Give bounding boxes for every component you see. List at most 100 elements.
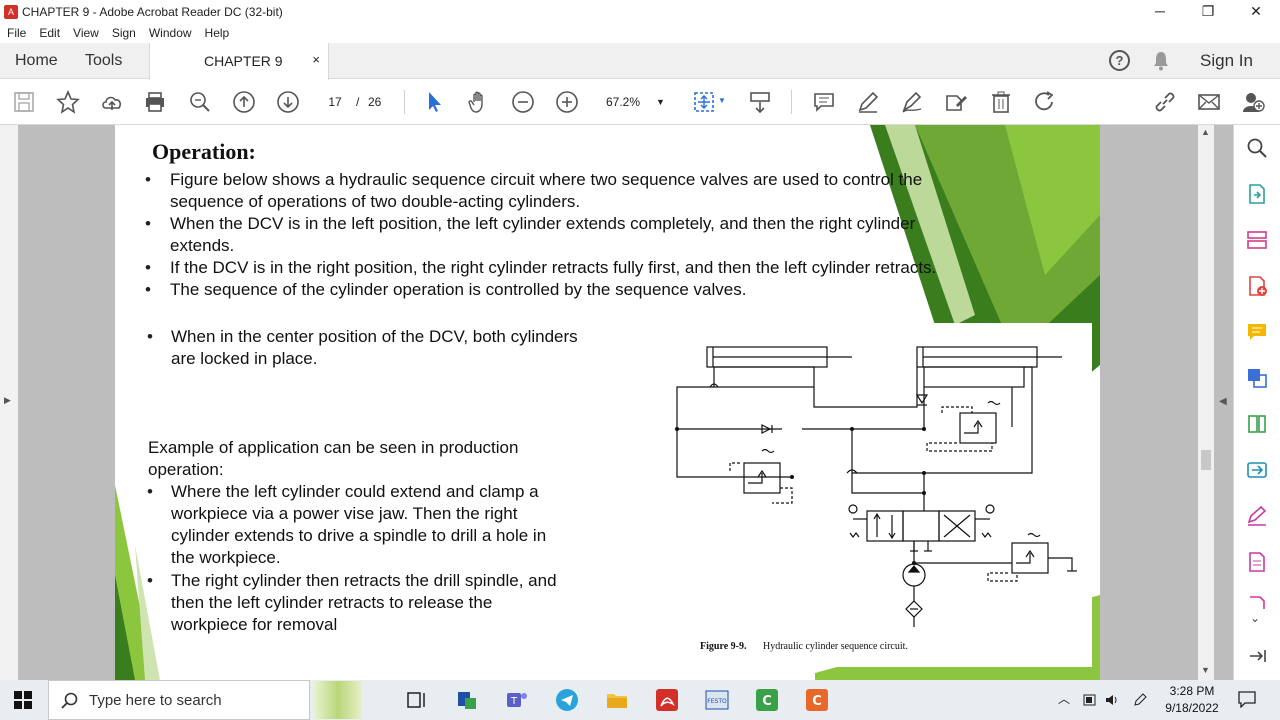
zoom-in-icon[interactable]	[555, 90, 579, 114]
tab-bar: Home Tools CHAPTER 9 ×	[0, 43, 1280, 80]
tab-tools[interactable]: Tools	[85, 43, 122, 79]
send-track-icon[interactable]	[1246, 459, 1268, 481]
bullet-text-cont: sequence of operations of two double-act…	[170, 192, 581, 211]
slide-heading: Operation:	[152, 139, 256, 164]
bullet-text-cont: are locked in place.	[171, 349, 318, 368]
page-number-input[interactable]: 17	[318, 91, 352, 113]
bullet-text-cont: the workpiece.	[171, 548, 281, 567]
fill-sign-icon[interactable]	[1246, 505, 1268, 527]
bullet-glyph: •	[145, 258, 151, 277]
bullet-text: When the DCV is in the left position, th…	[170, 214, 916, 233]
scroll-up-icon[interactable]: ▲	[1201, 127, 1210, 137]
more-tools-icon[interactable]	[1246, 595, 1268, 609]
vertical-scrollbar[interactable]: ▲ ▼	[1198, 125, 1214, 680]
edit-stamp-icon[interactable]	[944, 90, 968, 114]
delete-icon[interactable]	[989, 90, 1013, 114]
link-share-icon[interactable]	[1153, 90, 1177, 114]
sign-in-button[interactable]: Sign In	[1200, 51, 1253, 71]
document-icon[interactable]	[1246, 551, 1268, 573]
clock[interactable]: 3:28 PM 9/18/2022	[1160, 683, 1224, 717]
star-icon[interactable]	[56, 89, 80, 114]
zoom-level-select[interactable]: 67.2% ▼	[600, 91, 670, 113]
redo-icon[interactable]	[1033, 90, 1057, 114]
collapse-right-panel-icon[interactable]: ◀	[1219, 396, 1227, 407]
figure-label: Figure 9-9.	[700, 641, 747, 652]
scroll-mode-icon[interactable]	[748, 90, 772, 114]
hand-tool-icon[interactable]	[467, 90, 491, 114]
tray-chevron-icon[interactable]: ︿	[1058, 690, 1070, 707]
menu-help[interactable]: Help	[198, 26, 236, 40]
network-app-icon[interactable]	[455, 688, 479, 712]
telegram-icon[interactable]	[555, 688, 579, 712]
toolbar-divider	[791, 90, 792, 114]
camtasia-orange-icon[interactable]: C	[805, 688, 829, 712]
menu-view[interactable]: View	[66, 26, 105, 40]
chevron-down-icon[interactable]: ⌄	[1250, 611, 1260, 625]
help-icon[interactable]: ?	[1109, 50, 1130, 71]
figure-caption: Figure 9-9. Hydraulic cylinder sequence …	[700, 641, 908, 652]
search-icon[interactable]	[1246, 137, 1268, 159]
teams-icon[interactable]: T	[505, 688, 529, 712]
festo-fluidsim-icon[interactable]: FESTO	[705, 688, 729, 712]
select-cursor-icon[interactable]	[423, 90, 447, 114]
expand-left-panel-icon[interactable]: ▶	[4, 395, 11, 406]
camtasia-green-icon[interactable]: C	[755, 688, 779, 712]
notification-icon[interactable]	[1238, 690, 1256, 708]
svg-text:C: C	[812, 694, 822, 709]
print-icon[interactable]	[143, 90, 167, 114]
bell-icon[interactable]	[1152, 51, 1170, 71]
highlight-pen-icon[interactable]	[856, 90, 880, 114]
zoom-search-icon[interactable]	[188, 90, 212, 114]
battery-icon[interactable]	[1082, 692, 1098, 708]
windows-start-icon[interactable]	[14, 691, 32, 709]
bullet-text: The sequence of the cylinder operation i…	[170, 280, 747, 299]
page-count: 26	[368, 95, 382, 109]
zoom-out-icon[interactable]	[511, 90, 535, 114]
export-pdf-icon[interactable]	[1246, 183, 1268, 205]
previous-page-icon[interactable]	[232, 90, 256, 114]
scroll-thumb[interactable]	[1201, 450, 1211, 470]
save-icon[interactable]	[12, 90, 36, 114]
page-separator: /	[356, 95, 360, 109]
menu-sign[interactable]: Sign	[105, 26, 142, 40]
upload-cloud-icon[interactable]	[100, 90, 124, 114]
create-pdf-icon[interactable]	[1246, 275, 1268, 297]
menu-file[interactable]: File	[0, 26, 32, 40]
taskbar-search-box[interactable]: Type here to search	[48, 680, 362, 720]
menu-bar: File Edit View Sign Window Help	[0, 23, 235, 43]
volume-icon[interactable]	[1104, 692, 1120, 708]
tab-document[interactable]: CHAPTER 9 ×	[149, 43, 329, 80]
search-icon	[61, 692, 78, 709]
bullet-text-cont: then the left cylinder retracts to relea…	[171, 593, 493, 612]
expand-panel-icon[interactable]	[1246, 645, 1268, 667]
menu-edit[interactable]: Edit	[32, 26, 66, 40]
acrobat-icon: A	[4, 4, 18, 19]
example-text: Example of application can be seen in pr…	[148, 438, 519, 457]
acrobat-taskbar-icon[interactable]	[655, 688, 679, 712]
edit-pdf-icon[interactable]	[1246, 229, 1268, 251]
sign-pen-icon[interactable]	[900, 90, 924, 114]
combine-files-icon[interactable]	[1246, 367, 1268, 389]
tab-home[interactable]: Home	[15, 43, 58, 79]
left-panel-collapsed: ▶	[0, 125, 18, 680]
bullet-glyph: •	[147, 327, 153, 346]
restore-button[interactable]: ❐	[1184, 0, 1232, 23]
next-page-icon[interactable]	[276, 90, 300, 114]
comment-icon[interactable]	[812, 90, 836, 114]
task-view-icon[interactable]	[405, 688, 429, 712]
minimize-button[interactable]: ─	[1136, 0, 1184, 23]
close-tab-button[interactable]: ×	[312, 52, 320, 67]
email-icon[interactable]	[1197, 90, 1221, 114]
comment-panel-icon[interactable]	[1246, 321, 1268, 343]
bullet-glyph: •	[145, 280, 151, 299]
menu-window[interactable]: Window	[142, 26, 198, 40]
clock-date: 9/18/2022	[1165, 701, 1219, 715]
file-explorer-icon[interactable]	[605, 688, 629, 712]
scroll-down-icon[interactable]: ▼	[1201, 665, 1210, 675]
pen-tray-icon[interactable]	[1132, 692, 1148, 708]
fit-chevron-icon[interactable]: ▼	[718, 96, 726, 105]
organize-pages-icon[interactable]	[1246, 413, 1268, 435]
fit-page-icon[interactable]	[692, 90, 716, 114]
add-user-icon[interactable]	[1241, 90, 1265, 114]
close-window-button[interactable]: ✕	[1232, 0, 1280, 23]
